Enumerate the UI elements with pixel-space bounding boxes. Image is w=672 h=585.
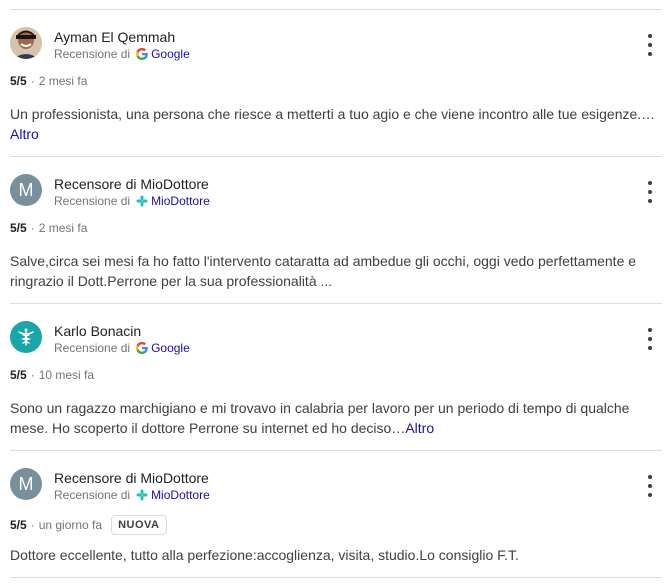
more-vert-icon <box>648 475 652 479</box>
review-text-line: Un professionista, una persona che riesc… <box>10 106 656 122</box>
review-text-line: Sono un ragazzo marchigiano e mi trovavo… <box>10 400 630 416</box>
read-more-link[interactable]: Altro <box>405 420 434 436</box>
divider <box>10 577 662 578</box>
rating-score: 5/5 <box>10 368 27 382</box>
avatar[interactable]: M <box>10 468 42 500</box>
reviewer-name[interactable]: Recensore di MioDottore <box>54 470 209 486</box>
more-options-button[interactable] <box>642 181 658 203</box>
review-meta: 5/5 · 2 mesi fa <box>10 221 87 235</box>
review-text: Salve,circa sei mesi fa ho fatto l'inter… <box>10 251 660 291</box>
avatar[interactable]: M <box>10 174 42 206</box>
review-time: 2 mesi fa <box>38 74 88 88</box>
review-text-line: Salve,circa sei mesi fa ho fatto l'inter… <box>10 253 637 269</box>
more-vert-icon <box>648 34 652 38</box>
reviews-list: Ayman El Qemmah Recensione di Google 5/5… <box>0 0 672 585</box>
profile-photo-icon <box>10 27 42 59</box>
more-options-button[interactable] <box>642 475 658 497</box>
review-meta: 5/5 · 2 mesi fa <box>10 74 87 88</box>
more-options-button[interactable] <box>642 34 658 56</box>
miodottore-icon <box>136 195 148 207</box>
avatar-letter: M <box>18 179 34 200</box>
google-g-icon <box>136 342 148 354</box>
source-name[interactable]: Google <box>151 47 190 61</box>
review-source: Recensione di Google <box>54 341 190 355</box>
meta-separator: · <box>30 74 35 88</box>
avatar[interactable] <box>10 321 42 353</box>
review-item: Ayman El Qemmah Recensione di Google 5/5… <box>0 10 672 156</box>
miodottore-icon <box>136 489 148 501</box>
rating-score: 5/5 <box>10 518 27 532</box>
meta-separator: · <box>30 221 35 235</box>
review-item: M Recensore di MioDottore Recensione di … <box>0 451 672 577</box>
review-time: un giorno fa <box>38 518 103 532</box>
review-source: Recensione di MioDottore <box>54 194 210 208</box>
read-more-link[interactable]: Altro <box>10 126 39 142</box>
review-item: M Recensore di MioDottore Recensione di … <box>0 157 672 303</box>
source-name[interactable]: MioDottore <box>151 194 210 208</box>
review-text: Un professionista, una persona che riesc… <box>10 104 660 144</box>
review-time: 2 mesi fa <box>38 221 88 235</box>
more-vert-icon <box>648 328 652 332</box>
review-item: Karlo Bonacin Recensione di Google 5/5 ·… <box>0 304 672 450</box>
source-prefix: Recensione di <box>54 341 131 355</box>
review-meta: 5/5 · 10 mesi fa <box>10 368 94 382</box>
more-options-button[interactable] <box>642 328 658 350</box>
rating-score: 5/5 <box>10 221 27 235</box>
review-source: Recensione di Google <box>54 47 190 61</box>
meta-separator: · <box>30 368 35 382</box>
review-source: Recensione di MioDottore <box>54 488 210 502</box>
review-meta: 5/5 · un giorno fa NUOVA <box>10 515 167 535</box>
review-text: Dottore eccellente, tutto alla perfezion… <box>10 545 660 565</box>
reviewer-name[interactable]: Recensore di MioDottore <box>54 176 209 192</box>
source-prefix: Recensione di <box>54 194 131 208</box>
review-text: Sono un ragazzo marchigiano e mi trovavo… <box>10 398 660 438</box>
review-text-line: ringrazio il Dott.Perrone per la sua pro… <box>10 273 333 289</box>
avatar-letter: M <box>18 473 34 494</box>
meta-separator: · <box>30 518 35 532</box>
source-name[interactable]: MioDottore <box>151 488 210 502</box>
reviewer-name[interactable]: Karlo Bonacin <box>54 323 141 339</box>
source-name[interactable]: Google <box>151 341 190 355</box>
more-vert-icon <box>648 181 652 185</box>
review-time: 10 mesi fa <box>38 368 95 382</box>
new-badge: NUOVA <box>111 515 167 535</box>
avatar[interactable] <box>10 27 42 59</box>
caduceus-icon <box>18 328 34 346</box>
review-text-line: mese. Ho scoperto il dottore Perrone su … <box>10 420 406 436</box>
review-text-line: Dottore eccellente, tutto alla perfezion… <box>10 547 519 563</box>
source-prefix: Recensione di <box>54 47 131 61</box>
rating-score: 5/5 <box>10 74 27 88</box>
google-g-icon <box>136 48 148 60</box>
reviewer-name[interactable]: Ayman El Qemmah <box>54 29 175 45</box>
source-prefix: Recensione di <box>54 488 131 502</box>
